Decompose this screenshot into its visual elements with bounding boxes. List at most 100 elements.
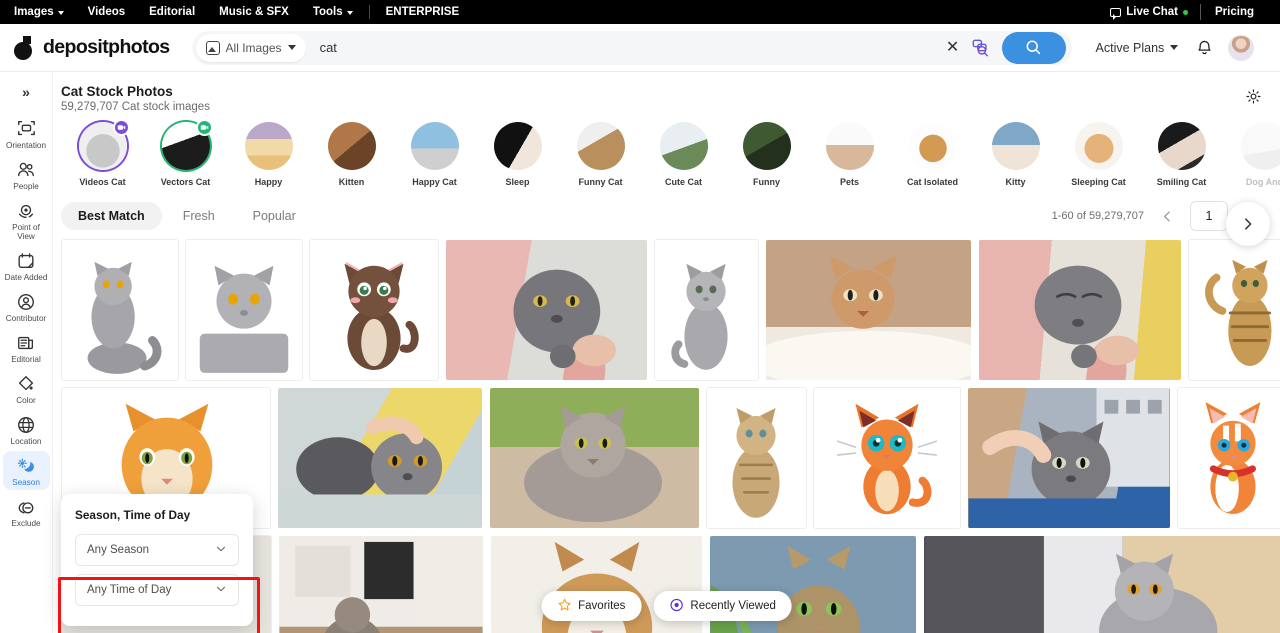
chevron-down-icon: [57, 10, 64, 15]
notifications-button[interactable]: [1188, 38, 1220, 57]
expand-sidebar-button[interactable]: »: [11, 78, 41, 106]
image-result[interactable]: [61, 239, 179, 381]
visual-search-icon[interactable]: [966, 33, 996, 63]
topbar-item-music-sfx[interactable]: Music & SFX: [207, 0, 301, 24]
topbar-item-videos[interactable]: Videos: [76, 0, 138, 24]
category-thumbnail: [576, 122, 625, 170]
sort-tabs-row: Best Match Fresh Popular 1-60 of 59,279,70…: [53, 187, 1280, 231]
image-result[interactable]: [1188, 239, 1280, 381]
category-thumbnail: [244, 122, 293, 170]
search-bar: All Images ✕: [191, 30, 1072, 65]
topbar-item-label: Videos: [87, 6, 126, 18]
pricing-link[interactable]: Pricing: [1201, 6, 1266, 18]
time-of-day-value: Any Time of Day: [87, 584, 172, 596]
search-input[interactable]: [305, 40, 940, 55]
sidebar-item-contributor[interactable]: Contributor: [3, 287, 50, 326]
category-label: Dog And: [1245, 177, 1280, 187]
season-icon: [16, 456, 36, 476]
category-thumbnail: [991, 122, 1040, 170]
chat-bubble-icon: [1110, 7, 1122, 20]
active-plans-label: Active Plans: [1095, 40, 1165, 55]
gear-icon[interactable]: [1242, 85, 1264, 107]
image-result[interactable]: [309, 239, 439, 381]
star-icon: [557, 598, 571, 615]
image-result[interactable]: [489, 387, 700, 529]
active-plans-dropdown[interactable]: Active Plans: [1086, 41, 1189, 55]
sidebar-item-season[interactable]: Season: [2, 451, 50, 491]
global-topbar: Images Videos Editorial Music & SFX Tools ENT…: [0, 0, 1280, 24]
sidebar-item-label: Point of View: [12, 223, 40, 242]
sidebar-item-point-of-view[interactable]: Point of View: [3, 196, 50, 244]
live-chat-button[interactable]: Live Chat: [1098, 6, 1200, 20]
asset-type-dropdown[interactable]: All Images: [195, 33, 306, 62]
image-result[interactable]: [445, 239, 648, 381]
image-result[interactable]: [277, 387, 483, 529]
sidebar-item-label: Editorial: [11, 355, 41, 365]
clear-search-icon[interactable]: ✕: [940, 35, 966, 61]
sidebar-item-people[interactable]: People: [3, 155, 50, 194]
tab-popular[interactable]: Popular: [236, 202, 313, 230]
recently-viewed-chip[interactable]: Recently Viewed: [653, 591, 792, 621]
chevron-down-icon: [287, 45, 296, 50]
current-page[interactable]: 1: [1190, 201, 1228, 231]
topbar-item-label: Images: [14, 6, 54, 18]
category-videos-cat[interactable]: Videos Cat: [61, 119, 144, 187]
season-filter-panel: Season, Time of Day Any Season Any Time …: [61, 494, 253, 626]
category-happy-cat[interactable]: Happy Cat: [393, 122, 476, 187]
category-cat-isolated[interactable]: Cat Isolated: [891, 122, 974, 187]
category-cute-cat[interactable]: Cute Cat: [642, 122, 725, 187]
sidebar-item-location[interactable]: Location: [3, 410, 50, 449]
category-kitty[interactable]: Kitty: [974, 122, 1057, 187]
category-pets[interactable]: Pets: [808, 122, 891, 187]
sidebar-item-date-added[interactable]: Date Added: [3, 246, 50, 285]
category-happy[interactable]: Happy: [227, 122, 310, 187]
image-result[interactable]: [1177, 387, 1280, 529]
prev-page-button[interactable]: [1154, 203, 1180, 229]
image-result[interactable]: [967, 387, 1171, 529]
image-result[interactable]: [185, 239, 303, 381]
season-select[interactable]: Any Season: [75, 534, 239, 566]
image-result[interactable]: [706, 387, 807, 529]
category-funny-cat[interactable]: Funny Cat: [559, 122, 642, 187]
category-thumbnail: [1240, 122, 1280, 170]
tab-best-match[interactable]: Best Match: [61, 202, 162, 230]
category-label: Vectors Cat: [160, 177, 211, 187]
image-result[interactable]: [278, 535, 484, 633]
time-of-day-select[interactable]: Any Time of Day: [75, 574, 239, 606]
category-smiling-cat[interactable]: Smiling Cat: [1140, 122, 1223, 187]
category-label: Funny: [753, 177, 780, 187]
category-vectors-cat[interactable]: Vectors Cat: [144, 119, 227, 187]
sort-tabs: Best Match Fresh Popular: [61, 202, 313, 230]
carousel-next-button[interactable]: [1226, 202, 1270, 246]
topbar-right: Live Chat Pricing: [1098, 4, 1266, 20]
topbar-item-tools[interactable]: Tools: [301, 0, 365, 24]
category-kitten[interactable]: Kitten: [310, 122, 393, 187]
user-avatar[interactable]: [1228, 34, 1255, 61]
depositphotos-logo[interactable]: depositphotos: [14, 35, 170, 60]
image-result[interactable]: [654, 239, 759, 381]
category-thumbnail: [1074, 122, 1123, 170]
search-button[interactable]: [1001, 31, 1066, 64]
chip-label: Recently Viewed: [690, 600, 776, 612]
category-sleep[interactable]: Sleep: [476, 122, 559, 187]
topbar-item-editorial[interactable]: Editorial: [137, 0, 207, 24]
topbar-item-images[interactable]: Images: [14, 0, 76, 24]
clock-target-icon: [669, 598, 683, 615]
editorial-icon: [16, 333, 36, 353]
tab-fresh[interactable]: Fresh: [166, 202, 232, 230]
image-result[interactable]: [813, 387, 961, 529]
sidebar-item-exclude[interactable]: Exclude: [3, 492, 50, 531]
sidebar-item-orientation[interactable]: Orientation: [3, 114, 50, 153]
image-result[interactable]: [923, 535, 1280, 633]
sidebar-item-editorial[interactable]: Editorial: [3, 328, 50, 367]
category-sleeping-cat[interactable]: Sleeping Cat: [1057, 122, 1140, 187]
image-result[interactable]: [765, 239, 972, 381]
category-funny[interactable]: Funny: [725, 122, 808, 187]
category-dog-and[interactable]: Dog And: [1223, 122, 1280, 187]
image-result[interactable]: [978, 239, 1182, 381]
favorites-chip[interactable]: Favorites: [541, 591, 642, 621]
topbar-item-enterprise[interactable]: ENTERPRISE: [374, 0, 472, 24]
topbar-item-label: ENTERPRISE: [385, 6, 460, 18]
category-thumbnail: [410, 122, 459, 170]
sidebar-item-color[interactable]: Color: [3, 369, 50, 408]
